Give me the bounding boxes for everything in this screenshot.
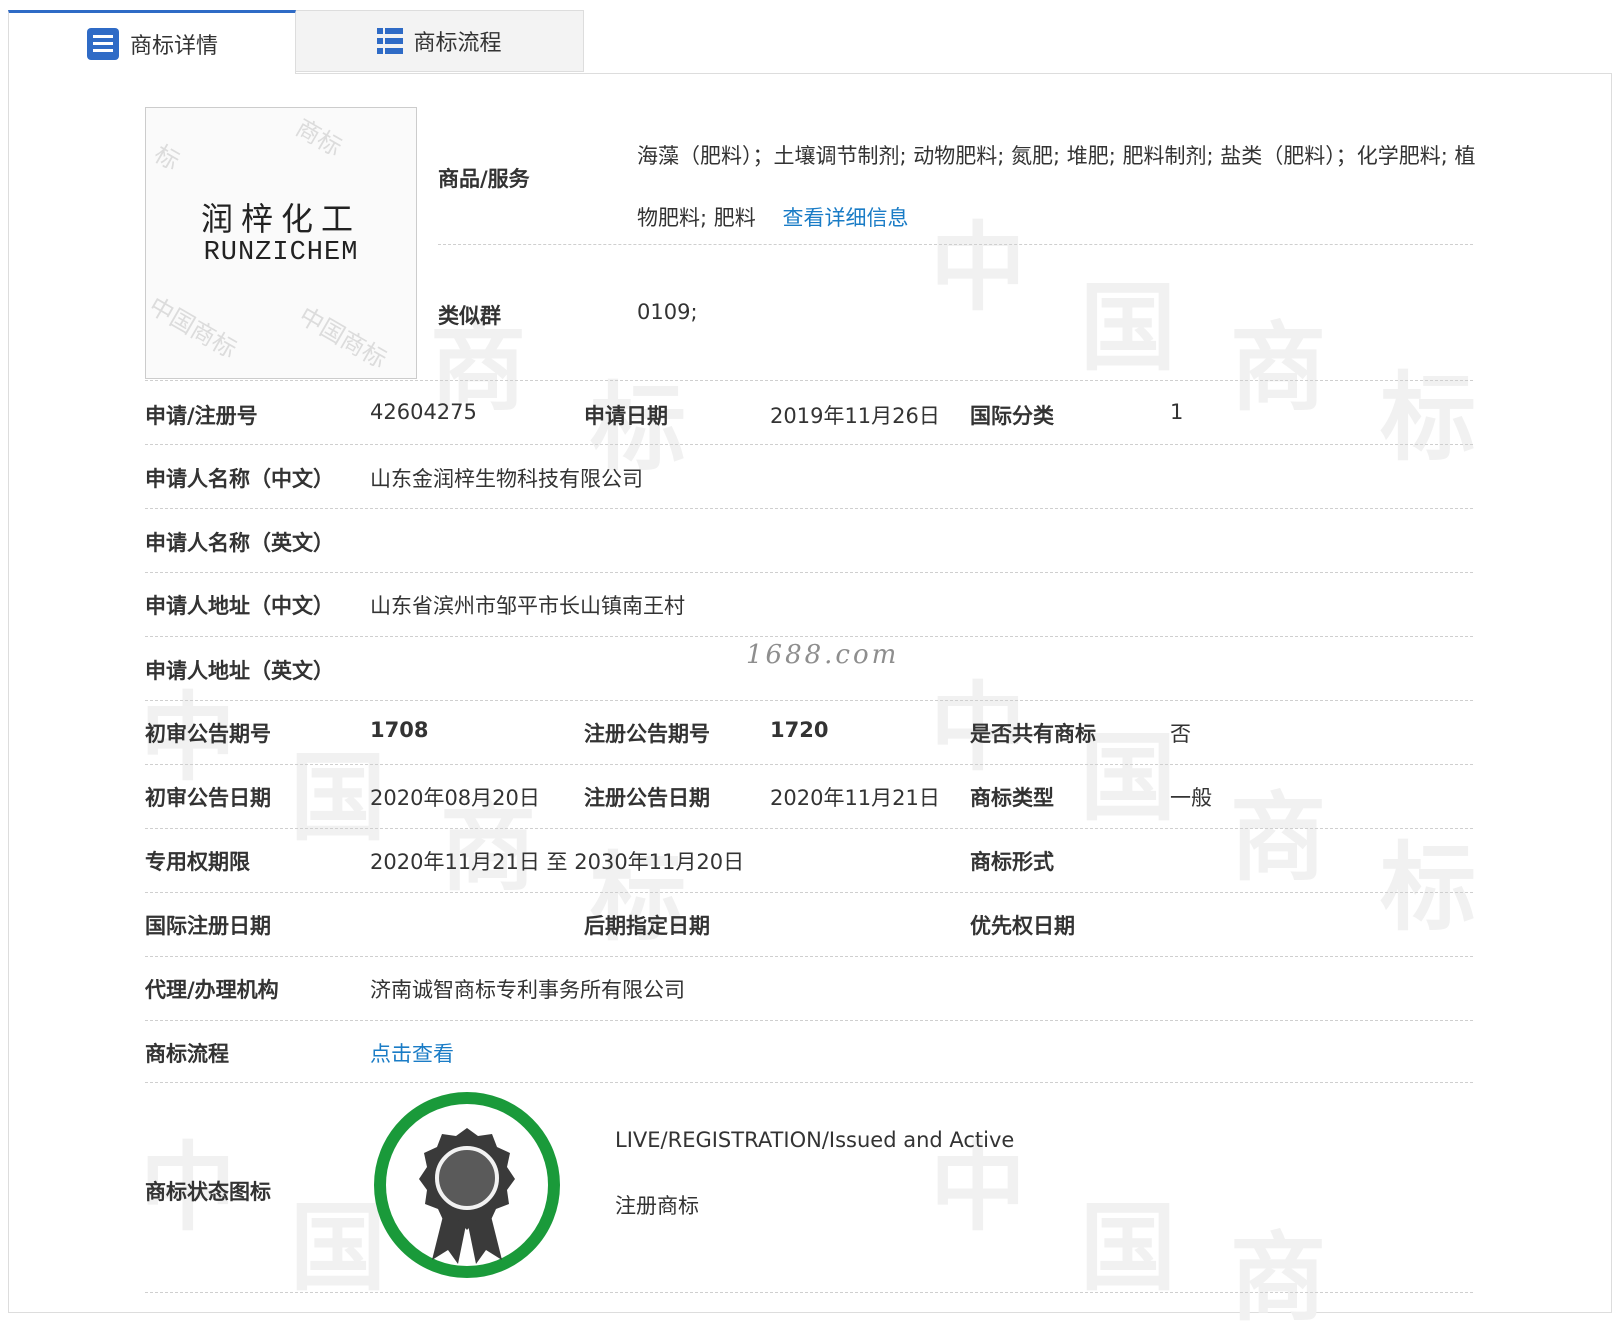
reg-no-value: 42604275: [370, 400, 477, 424]
tm-type-value: 一般: [1170, 786, 1212, 810]
tab-label: 商标详情: [129, 33, 218, 59]
registration-badge-icon: [374, 1092, 560, 1278]
tab-trademark-details[interactable]: 商标详情: [8, 10, 296, 74]
similar-group-label: 类似群: [438, 304, 501, 328]
status-text-en: LIVE/REGISTRATION/Issued and Active: [615, 1128, 1015, 1152]
divider: [145, 892, 1473, 893]
similar-group-value: 0109;: [637, 300, 698, 324]
goods-text: 海藻（肥料）；土壤调节制剂; 动物肥料; 氮肥; 堆肥; 肥料制剂; 盐类（肥料…: [637, 144, 1476, 230]
priority-date-label: 优先权日期: [970, 914, 1075, 938]
divider: [145, 636, 1473, 637]
divider: [145, 1292, 1473, 1293]
watermark-glyph: 标: [1380, 832, 1476, 944]
shared-value: 否: [1170, 722, 1191, 746]
prelim-date-value: 2020年08月20日: [370, 786, 540, 810]
reg-issue-label: 注册公告期号: [584, 722, 710, 746]
prelim-issue-label: 初审公告期号: [145, 722, 271, 746]
watermark-glyph: 国: [1080, 1192, 1176, 1304]
divider: [145, 572, 1473, 573]
trademark-text-zh: 润梓化工: [200, 200, 361, 238]
applicant-zh-label: 申请人名称（中文）: [145, 467, 334, 491]
watermark-glyph: 商: [1230, 1222, 1326, 1334]
tm-type-label: 商标类型: [970, 786, 1054, 810]
reg-date-value: 2020年11月21日: [770, 786, 940, 810]
reg-no-label: 申请/注册号: [145, 404, 258, 428]
divider: [145, 764, 1473, 765]
address-en-label: 申请人地址（英文）: [145, 659, 334, 683]
apply-date-value: 2019年11月26日: [770, 404, 940, 428]
divider: [145, 380, 1473, 381]
watermark-glyph: 标: [1380, 362, 1476, 474]
document-list-icon: [86, 27, 120, 61]
term-label: 专用权期限: [145, 850, 250, 874]
grid-list-icon: [377, 28, 404, 54]
tm-form-label: 商标形式: [970, 850, 1054, 874]
divider: [145, 956, 1473, 957]
divider: [145, 700, 1473, 701]
process-link[interactable]: 点击查看: [370, 1038, 454, 1068]
goods-value: 海藻（肥料）；土壤调节制剂; 动物肥料; 氮肥; 堆肥; 肥料制剂; 盐类（肥料…: [637, 125, 1479, 249]
address-zh-value: 山东省滨州市邹平市长山镇南王村: [370, 594, 685, 618]
applicant-en-label: 申请人名称（英文）: [145, 531, 334, 555]
divider: [145, 1082, 1473, 1083]
intl-reg-date-label: 国际注册日期: [145, 914, 271, 938]
watermark-glyph: 商: [1230, 782, 1326, 894]
agent-value: 济南诚智商标专利事务所有限公司: [370, 978, 685, 1002]
agent-label: 代理/办理机构: [145, 978, 279, 1002]
goods-label: 商品/服务: [438, 167, 530, 191]
intl-class-value: 1: [1170, 400, 1184, 424]
tab-bar: 商标详情 商标流程: [8, 10, 584, 74]
apply-date-label: 申请日期: [584, 404, 668, 428]
divider: [145, 828, 1473, 829]
status-label: 商标状态图标: [145, 1180, 271, 1204]
watermark-glyph: 商: [1230, 312, 1326, 424]
process-label: 商标流程: [145, 1042, 229, 1066]
watermark-glyph: 国: [1080, 272, 1176, 384]
later-date-label: 后期指定日期: [584, 914, 710, 938]
view-details-link[interactable]: 查看详细信息: [782, 206, 908, 230]
tab-trademark-process[interactable]: 商标流程: [296, 10, 584, 72]
trademark-text-en: RUNZICHEM: [203, 238, 359, 268]
divider: [145, 444, 1473, 445]
logo-watermark: 标: [149, 139, 185, 176]
address-zh-label: 申请人地址（中文）: [145, 594, 334, 618]
shared-label: 是否共有商标: [970, 722, 1096, 746]
applicant-zh-value: 山东金润梓生物科技有限公司: [370, 467, 643, 491]
divider: [145, 508, 1473, 509]
logo-watermark: 中国商标: [145, 291, 242, 364]
logo-watermark: 中国商标: [294, 301, 392, 374]
divider: [145, 1020, 1473, 1021]
reg-issue-value: 1720: [770, 718, 829, 742]
intl-class-label: 国际分类: [970, 404, 1054, 428]
trademark-image: 商标 标 中国商标 中国商标 润梓化工 RUNZICHEM: [145, 107, 417, 379]
tab-label: 商标流程: [413, 31, 502, 56]
status-text-zh: 注册商标: [615, 1194, 699, 1218]
reg-date-label: 注册公告日期: [584, 786, 710, 810]
site-watermark: 1688.com: [746, 640, 900, 670]
prelim-issue-value: 1708: [370, 718, 429, 742]
term-value: 2020年11月21日 至 2030年11月20日: [370, 850, 745, 874]
prelim-date-label: 初审公告日期: [145, 786, 271, 810]
logo-watermark: 商标: [290, 113, 347, 162]
